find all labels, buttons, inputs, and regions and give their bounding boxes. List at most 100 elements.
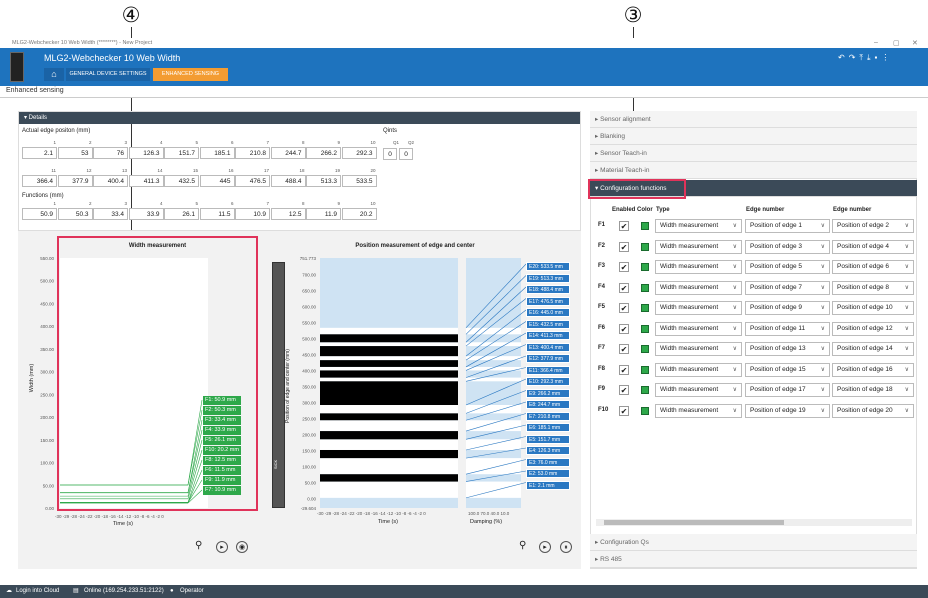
- width-record-button[interactable]: ◉: [236, 541, 248, 553]
- config-header-type: Type: [656, 207, 670, 213]
- app-title: MLG2-Webchecker 10 Web Width: [44, 53, 181, 63]
- edge2-select[interactable]: Position of edge 2 ∨: [832, 219, 914, 233]
- color-swatch[interactable]: [641, 365, 649, 374]
- edge2-select[interactable]: Position of edge 12 ∨: [832, 321, 914, 336]
- download-icon[interactable]: ⤓: [867, 53, 875, 62]
- type-select[interactable]: Width measurement ∨: [655, 321, 742, 336]
- minimize-button[interactable]: –: [874, 39, 878, 46]
- edge-pos-index: 13: [121, 168, 127, 173]
- q1-value: 0: [383, 148, 397, 160]
- enabled-checkbox[interactable]: ✔: [619, 221, 629, 231]
- enabled-checkbox[interactable]: ✔: [619, 405, 629, 416]
- enabled-checkbox[interactable]: ✔: [619, 262, 629, 272]
- type-select[interactable]: Width measurement ∨: [655, 403, 742, 418]
- acc-blanking[interactable]: ▸ Blanking: [590, 128, 917, 145]
- type-select[interactable]: Width measurement ∨: [655, 260, 742, 274]
- gap-band: [320, 431, 458, 440]
- enabled-checkbox[interactable]: ✔: [619, 385, 629, 395]
- enabled-checkbox[interactable]: ✔: [619, 323, 629, 334]
- edge-pos-cell: 2.1: [22, 147, 57, 159]
- color-swatch[interactable]: [641, 386, 649, 394]
- color-swatch[interactable]: [641, 406, 649, 415]
- device-icon: ▤: [73, 588, 79, 594]
- edge1-select[interactable]: Position of edge 17 ∨: [745, 383, 830, 397]
- type-select[interactable]: Width measurement ∨: [655, 342, 742, 356]
- edge1-select[interactable]: Position of edge 13 ∨: [745, 342, 830, 356]
- color-swatch[interactable]: [641, 242, 649, 251]
- pos-play-button[interactable]: ▸: [539, 541, 551, 553]
- close-button[interactable]: ✕: [912, 39, 918, 47]
- edge1-select[interactable]: Position of edge 7 ∨: [745, 280, 830, 295]
- edge1-select-value: Position of edge 15: [750, 365, 806, 373]
- tab-general-device-settings[interactable]: GENERAL DEVICE SETTINGS: [66, 68, 150, 81]
- enabled-checkbox[interactable]: ✔: [619, 241, 629, 252]
- pos-ytick: 650.00: [302, 289, 316, 294]
- enabled-checkbox[interactable]: ✔: [619, 344, 629, 354]
- acc-sensor-alignment[interactable]: ▸ Sensor alignment: [590, 111, 917, 128]
- edge2-select[interactable]: Position of edge 10 ∨: [832, 301, 914, 315]
- type-select[interactable]: Width measurement ∨: [655, 362, 742, 377]
- acc-configuration-qs[interactable]: ▸ Configuration Qs: [590, 534, 917, 551]
- config-scrollbar[interactable]: [596, 519, 912, 526]
- color-swatch[interactable]: [641, 304, 649, 312]
- pos-pause-button[interactable]: ⏸: [560, 541, 572, 553]
- edge-data-label: E19: 513.3 mm: [526, 273, 570, 283]
- cloud-login-link[interactable]: Login into Cloud: [16, 585, 59, 598]
- edge2-select[interactable]: Position of edge 14 ∨: [832, 342, 914, 356]
- type-select[interactable]: Width measurement ∨: [655, 219, 742, 233]
- pos-chart-xlabel: Time (s): [378, 519, 398, 525]
- acc-sensor-teach-in[interactable]: ▸ Sensor Teach-in: [590, 145, 917, 162]
- edge2-select[interactable]: Position of edge 18 ∨: [832, 383, 914, 397]
- color-swatch[interactable]: [641, 263, 649, 271]
- edge1-select[interactable]: Position of edge 9 ∨: [745, 301, 830, 315]
- acc-material-teach-in[interactable]: ▸ Material Teach-in: [590, 162, 917, 179]
- upload-icon[interactable]: ⤒: [859, 53, 867, 62]
- undo-icon[interactable]: ↶: [838, 53, 849, 62]
- home-tab[interactable]: ⌂: [44, 68, 64, 81]
- tab-enhanced-sensing[interactable]: ENHANCED SENSING: [153, 68, 228, 81]
- pos-zoom-button[interactable]: ⚲: [519, 540, 526, 551]
- edge2-select[interactable]: Position of edge 8 ∨: [832, 280, 914, 295]
- edge-pos-cell: 513.3: [306, 175, 341, 187]
- type-select[interactable]: Width measurement ∨: [655, 280, 742, 295]
- edge1-select[interactable]: Position of edge 5 ∨: [745, 260, 830, 274]
- enabled-checkbox[interactable]: ✔: [619, 303, 629, 313]
- color-swatch[interactable]: [641, 345, 649, 353]
- user-role[interactable]: Operator: [180, 585, 204, 598]
- edge1-select[interactable]: Position of edge 3 ∨: [745, 239, 830, 254]
- edge2-select[interactable]: Position of edge 20 ∨: [832, 403, 914, 418]
- pos-ytick: 250.00: [302, 417, 316, 422]
- damping-band: [466, 420, 521, 432]
- color-swatch[interactable]: [641, 324, 649, 333]
- type-select[interactable]: Width measurement ∨: [655, 301, 742, 315]
- acc-rs485[interactable]: ▸ RS 485: [590, 551, 917, 568]
- gap-band: [320, 346, 458, 357]
- redo-icon[interactable]: ↷: [849, 53, 860, 62]
- width-ytick: 250.00: [40, 392, 54, 397]
- color-swatch[interactable]: [641, 222, 649, 230]
- edge1-select[interactable]: Position of edge 15 ∨: [745, 362, 830, 377]
- edge1-select[interactable]: Position of edge 1 ∨: [745, 219, 830, 233]
- width-play-button[interactable]: ▸: [216, 541, 228, 553]
- edge2-select[interactable]: Position of edge 6 ∨: [832, 260, 914, 274]
- config-scroll-thumb[interactable]: [604, 520, 784, 525]
- edge-data-label: E15: 432.5 mm: [526, 319, 570, 329]
- menu-icon[interactable]: ⋮: [881, 53, 893, 62]
- edge1-select[interactable]: Position of edge 19 ∨: [745, 403, 830, 418]
- type-select[interactable]: Width measurement ∨: [655, 383, 742, 397]
- damping-band: [466, 481, 521, 498]
- edge1-select[interactable]: Position of edge 11 ∨: [745, 321, 830, 336]
- enabled-checkbox[interactable]: ✔: [619, 282, 629, 293]
- color-swatch[interactable]: [641, 283, 649, 292]
- actual-edge-label: Actual edge positon (mm): [22, 128, 91, 134]
- edge2-select[interactable]: Position of edge 4 ∨: [832, 239, 914, 254]
- details-header[interactable]: ▾ Details: [19, 112, 580, 124]
- width-zoom-button[interactable]: ⚲: [195, 540, 202, 551]
- edge-pos-cell: 53: [57, 147, 93, 159]
- material-band: [320, 356, 458, 361]
- maximize-button[interactable]: ▢: [893, 39, 900, 47]
- enabled-checkbox[interactable]: ✔: [619, 364, 629, 375]
- edge2-select[interactable]: Position of edge 16 ∨: [832, 362, 914, 377]
- type-select[interactable]: Width measurement ∨: [655, 239, 742, 254]
- edge-pos-index: 20: [370, 168, 376, 173]
